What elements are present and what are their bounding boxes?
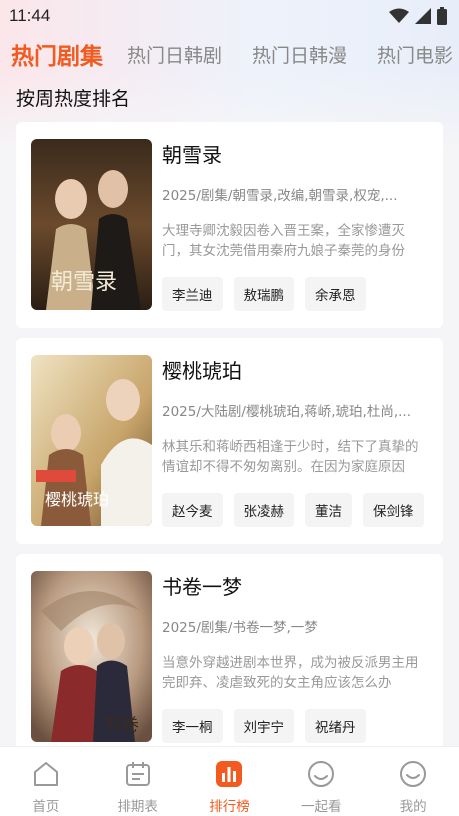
svg-text:朝雪录: 朝雪录 bbox=[51, 270, 117, 295]
show-description: 当意外穿越进剧本世界，成为被反派男主用完即弃、凌虐致死的女主角应该怎么办 bbox=[162, 655, 419, 691]
category-tabs: 热门剧集 热门日韩剧 热门日韩漫 热门电影 bbox=[0, 36, 459, 72]
show-list: 朝雪录 朝雪录 2025/剧集/朝雪录,改编,朝雪录,权宠,... 大理寺卿沈毅… bbox=[16, 122, 443, 770]
status-icons bbox=[389, 7, 447, 25]
profile-icon bbox=[398, 759, 428, 789]
show-description: 大理寺卿沈毅因卷入晋王案，全家惨遭灭门，其女沈莞借用秦府九娘子秦莞的身份 bbox=[162, 223, 405, 259]
cast-chip[interactable]: 敖瑞鹏 bbox=[233, 277, 294, 311]
wifi-icon bbox=[389, 8, 409, 23]
cast-chip[interactable]: 李一桐 bbox=[162, 709, 223, 743]
cast-chip[interactable]: 董洁 bbox=[305, 493, 352, 527]
nav-label: 排期表 bbox=[117, 799, 158, 815]
show-poster[interactable]: 朝雪录 bbox=[31, 139, 152, 310]
signal-icon bbox=[415, 8, 431, 24]
nav-profile[interactable]: 我的 bbox=[367, 747, 459, 816]
home-icon bbox=[31, 759, 61, 789]
show-card[interactable]: 书卷 书卷一梦 2025/剧集/书卷一梦,一梦 当意外穿越进剧本世界，成为被反派… bbox=[16, 554, 443, 760]
show-title[interactable]: 朝雪录 bbox=[162, 139, 222, 168]
ranking-icon bbox=[214, 759, 244, 789]
nav-label: 一起看 bbox=[301, 799, 342, 815]
tab-hot-series[interactable]: 热门剧集 bbox=[11, 37, 103, 71]
nav-schedule[interactable]: 排期表 bbox=[92, 747, 184, 816]
smile-icon bbox=[306, 759, 336, 789]
status-bar: 11:44 bbox=[0, 0, 459, 32]
show-description: 林其乐和蒋峤西相逢于少时，结下了真挚的情谊却不得不匆匆离别。在因为家庭原因 bbox=[162, 439, 419, 475]
nav-home[interactable]: 首页 bbox=[0, 747, 92, 816]
nav-ranking[interactable]: 排行榜 bbox=[184, 747, 276, 816]
battery-icon bbox=[437, 7, 447, 25]
svg-text:书卷: 书卷 bbox=[103, 715, 139, 736]
cast-list: 李兰迪 敖瑞鹏 余承恩 bbox=[162, 277, 366, 311]
cast-chip[interactable]: 祝绪丹 bbox=[305, 709, 366, 743]
show-poster[interactable]: 樱桃琥珀 bbox=[31, 355, 152, 526]
nav-label: 我的 bbox=[399, 799, 427, 815]
tab-hot-jk-anime[interactable]: 热门日韩漫 bbox=[252, 41, 347, 68]
nav-watch-together[interactable]: 一起看 bbox=[275, 747, 367, 816]
cast-chip[interactable]: 张凌赫 bbox=[233, 493, 294, 527]
show-poster[interactable]: 书卷 bbox=[31, 571, 152, 742]
nav-label: 排行榜 bbox=[209, 799, 250, 815]
cast-chip[interactable]: 赵今麦 bbox=[162, 493, 223, 527]
nav-label: 首页 bbox=[32, 799, 60, 815]
status-time: 11:44 bbox=[9, 6, 51, 25]
show-title[interactable]: 樱桃琥珀 bbox=[162, 355, 242, 384]
show-title[interactable]: 书卷一梦 bbox=[162, 571, 242, 600]
cast-list: 赵今麦 张凌赫 董洁 保剑锋 bbox=[162, 493, 424, 527]
show-meta: 2025/剧集/朝雪录,改编,朝雪录,权宠,... bbox=[162, 188, 398, 204]
cast-chip[interactable]: 余承恩 bbox=[305, 277, 366, 311]
tab-hot-movies[interactable]: 热门电影 bbox=[377, 41, 453, 68]
calendar-icon bbox=[123, 759, 153, 789]
cast-list: 李一桐 刘宇宁 祝绪丹 bbox=[162, 709, 366, 743]
ranking-subtitle: 按周热度排名 bbox=[16, 88, 131, 110]
cast-chip[interactable]: 保剑锋 bbox=[363, 493, 424, 527]
cast-chip[interactable]: 刘宇宁 bbox=[233, 709, 294, 743]
tab-hot-jk-drama[interactable]: 热门日韩剧 bbox=[127, 41, 222, 68]
show-card[interactable]: 樱桃琥珀 樱桃琥珀 2025/大陆剧/樱桃琥珀,蒋峤,琥珀,杜尚,... 林其乐… bbox=[16, 338, 443, 544]
bottom-nav: 首页 排期表 排行榜 一起看 我的 bbox=[0, 746, 459, 816]
show-meta: 2025/大陆剧/樱桃琥珀,蒋峤,琥珀,杜尚,... bbox=[162, 404, 411, 420]
show-meta: 2025/剧集/书卷一梦,一梦 bbox=[162, 620, 318, 636]
show-card[interactable]: 朝雪录 朝雪录 2025/剧集/朝雪录,改编,朝雪录,权宠,... 大理寺卿沈毅… bbox=[16, 122, 443, 328]
svg-text:樱桃琥珀: 樱桃琥珀 bbox=[45, 490, 109, 509]
cast-chip[interactable]: 李兰迪 bbox=[162, 277, 223, 311]
